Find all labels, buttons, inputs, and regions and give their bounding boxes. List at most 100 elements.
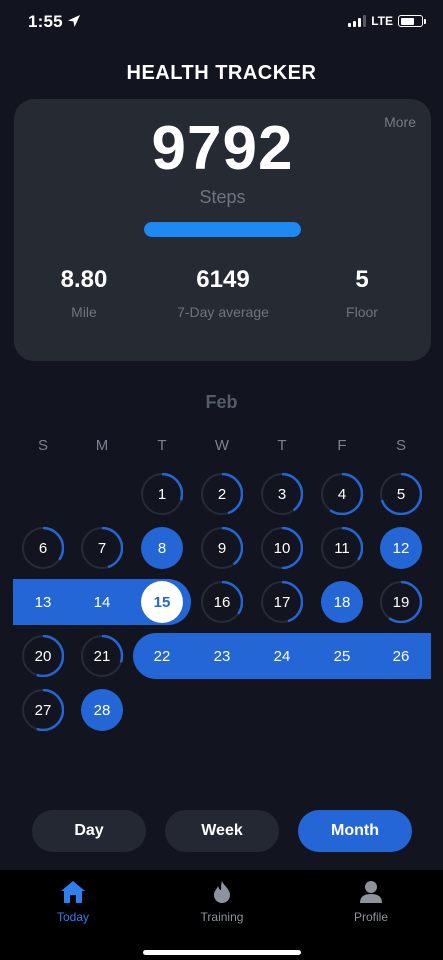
calendar-day[interactable]: 14 — [81, 581, 123, 623]
status-indicators: LTE — [348, 14, 426, 28]
metric-label: Mile — [71, 304, 97, 320]
weekday-header: T — [277, 437, 287, 454]
calendar-day[interactable]: 19 — [380, 581, 422, 623]
weekday-header: F — [337, 437, 347, 454]
tab-training[interactable]: Training — [172, 880, 272, 924]
calendar-day-label: 24 — [273, 647, 291, 665]
tab-label: Profile — [353, 910, 388, 924]
steps-progress-bar — [144, 222, 301, 237]
calendar-day[interactable]: 10 — [261, 527, 303, 569]
home-indicator — [143, 950, 301, 955]
tab-label: Today — [56, 910, 90, 924]
calendar-day-label: 21 — [93, 647, 111, 665]
weekday-header: S — [37, 437, 48, 454]
calendar-day[interactable]: 13 — [22, 581, 64, 623]
metric-floors: 5 Floor — [312, 266, 412, 320]
calendar-day[interactable]: 21 — [81, 635, 123, 677]
metric-seven-day-average: 6149 7-Day average — [153, 266, 293, 320]
metric-label: 7-Day average — [177, 304, 269, 320]
home-icon — [61, 881, 85, 903]
metric-label: Floor — [346, 304, 378, 320]
calendar-day[interactable]: 4 — [321, 473, 363, 515]
weekday-header: M — [95, 437, 109, 454]
calendar-day-label: 4 — [337, 485, 347, 503]
status-time: 1:55 — [28, 12, 63, 31]
battery-icon — [398, 15, 426, 27]
status-bar: 1:55 LTE — [0, 0, 443, 44]
steps-value: 9792 — [151, 114, 294, 183]
metric-distance: 8.80 Mile — [34, 266, 134, 320]
calendar-day-label: 6 — [38, 539, 48, 557]
calendar-day[interactable]: 23 — [201, 635, 243, 677]
calendar-day[interactable]: 8 — [141, 527, 183, 569]
calendar-day-label: 8 — [157, 539, 167, 557]
steps-label: Steps — [199, 187, 246, 207]
calendar-day-label: 9 — [217, 539, 227, 557]
calendar-day-label: 23 — [213, 647, 231, 665]
calendar-day-label: 22 — [153, 647, 171, 665]
month-range-button[interactable]: Month — [298, 810, 412, 852]
calendar-day-label: 17 — [273, 593, 291, 611]
calendar-day[interactable]: 17 — [261, 581, 303, 623]
calendar-day-label: 11 — [334, 539, 350, 557]
calendar-day[interactable]: 7 — [81, 527, 123, 569]
calendar-day[interactable]: 11 — [321, 527, 363, 569]
calendar-day-label: 3 — [277, 485, 287, 503]
calendar-day-label: 25 — [333, 647, 351, 665]
week-range-button[interactable]: Week — [165, 810, 279, 852]
calendar-day-label: 10 — [273, 539, 291, 557]
calendar-day[interactable]: 12 — [380, 527, 422, 569]
calendar-day-label: 26 — [392, 647, 410, 665]
tab-label: Training — [200, 910, 244, 924]
calendar-day[interactable]: 18 — [321, 581, 363, 623]
calendar-day[interactable]: 26 — [380, 635, 422, 677]
calendar-day-label: 19 — [392, 593, 410, 611]
calendar-day[interactable]: 25 — [321, 635, 363, 677]
metric-value: 8.80 — [60, 266, 108, 293]
signal-icon — [348, 15, 367, 27]
day-range-button[interactable]: Day — [32, 810, 146, 852]
flame-icon — [214, 881, 230, 903]
calendar-day[interactable]: 27 — [22, 689, 64, 731]
weekday-header: W — [214, 437, 230, 454]
calendar-day-label: 5 — [396, 485, 406, 503]
calendar-day-label: 20 — [34, 647, 52, 665]
calendar-day-label: 14 — [93, 593, 111, 611]
calendar-day[interactable]: 5 — [380, 473, 422, 515]
calendar-day-label: 1 — [157, 485, 167, 503]
calendar-day[interactable]: 2 — [201, 473, 243, 515]
tab-bar: Today Training Profile — [0, 870, 443, 960]
calendar-day[interactable]: 16 — [201, 581, 243, 623]
weekday-header: T — [157, 437, 167, 454]
calendar-day-label: 15 — [153, 593, 171, 611]
calendar-day[interactable]: 15 — [141, 581, 183, 623]
calendar-day[interactable]: 24 — [261, 635, 303, 677]
metric-value: 5 — [355, 266, 369, 293]
calendar-day-label: 13 — [34, 593, 52, 611]
calendar-day-label: 28 — [93, 701, 111, 719]
calendar-month-label: Feb — [205, 392, 238, 412]
calendar-day[interactable]: 9 — [201, 527, 243, 569]
calendar-day[interactable]: 6 — [22, 527, 64, 569]
steps-progress-fill — [144, 222, 301, 237]
calendar-day[interactable]: 1 — [141, 473, 183, 515]
calendar-day-label: 12 — [392, 539, 410, 557]
calendar-day-label: 2 — [217, 485, 227, 503]
metric-value: 6149 — [196, 266, 250, 293]
tab-today[interactable]: Today — [23, 880, 123, 924]
calendar-day-label: 7 — [97, 539, 107, 557]
weekday-header: S — [395, 437, 406, 454]
calendar-day-label: 16 — [213, 593, 231, 611]
tab-profile[interactable]: Profile — [321, 880, 421, 924]
calendar-day[interactable]: 3 — [261, 473, 303, 515]
person-icon — [360, 881, 382, 903]
network-type: LTE — [371, 14, 393, 28]
calendar-day[interactable]: 28 — [81, 689, 123, 731]
calendar-day-label: 27 — [34, 701, 52, 719]
calendar-day-label: 18 — [333, 593, 351, 611]
calendar-day[interactable]: 22 — [141, 635, 183, 677]
calendar-day[interactable]: 20 — [22, 635, 64, 677]
location-arrow-icon — [68, 15, 80, 27]
summary-card: More 9792 Steps 8.80 Mile 6149 7-Day ave… — [14, 99, 431, 361]
page-title: HEALTH TRACKER — [126, 62, 317, 84]
